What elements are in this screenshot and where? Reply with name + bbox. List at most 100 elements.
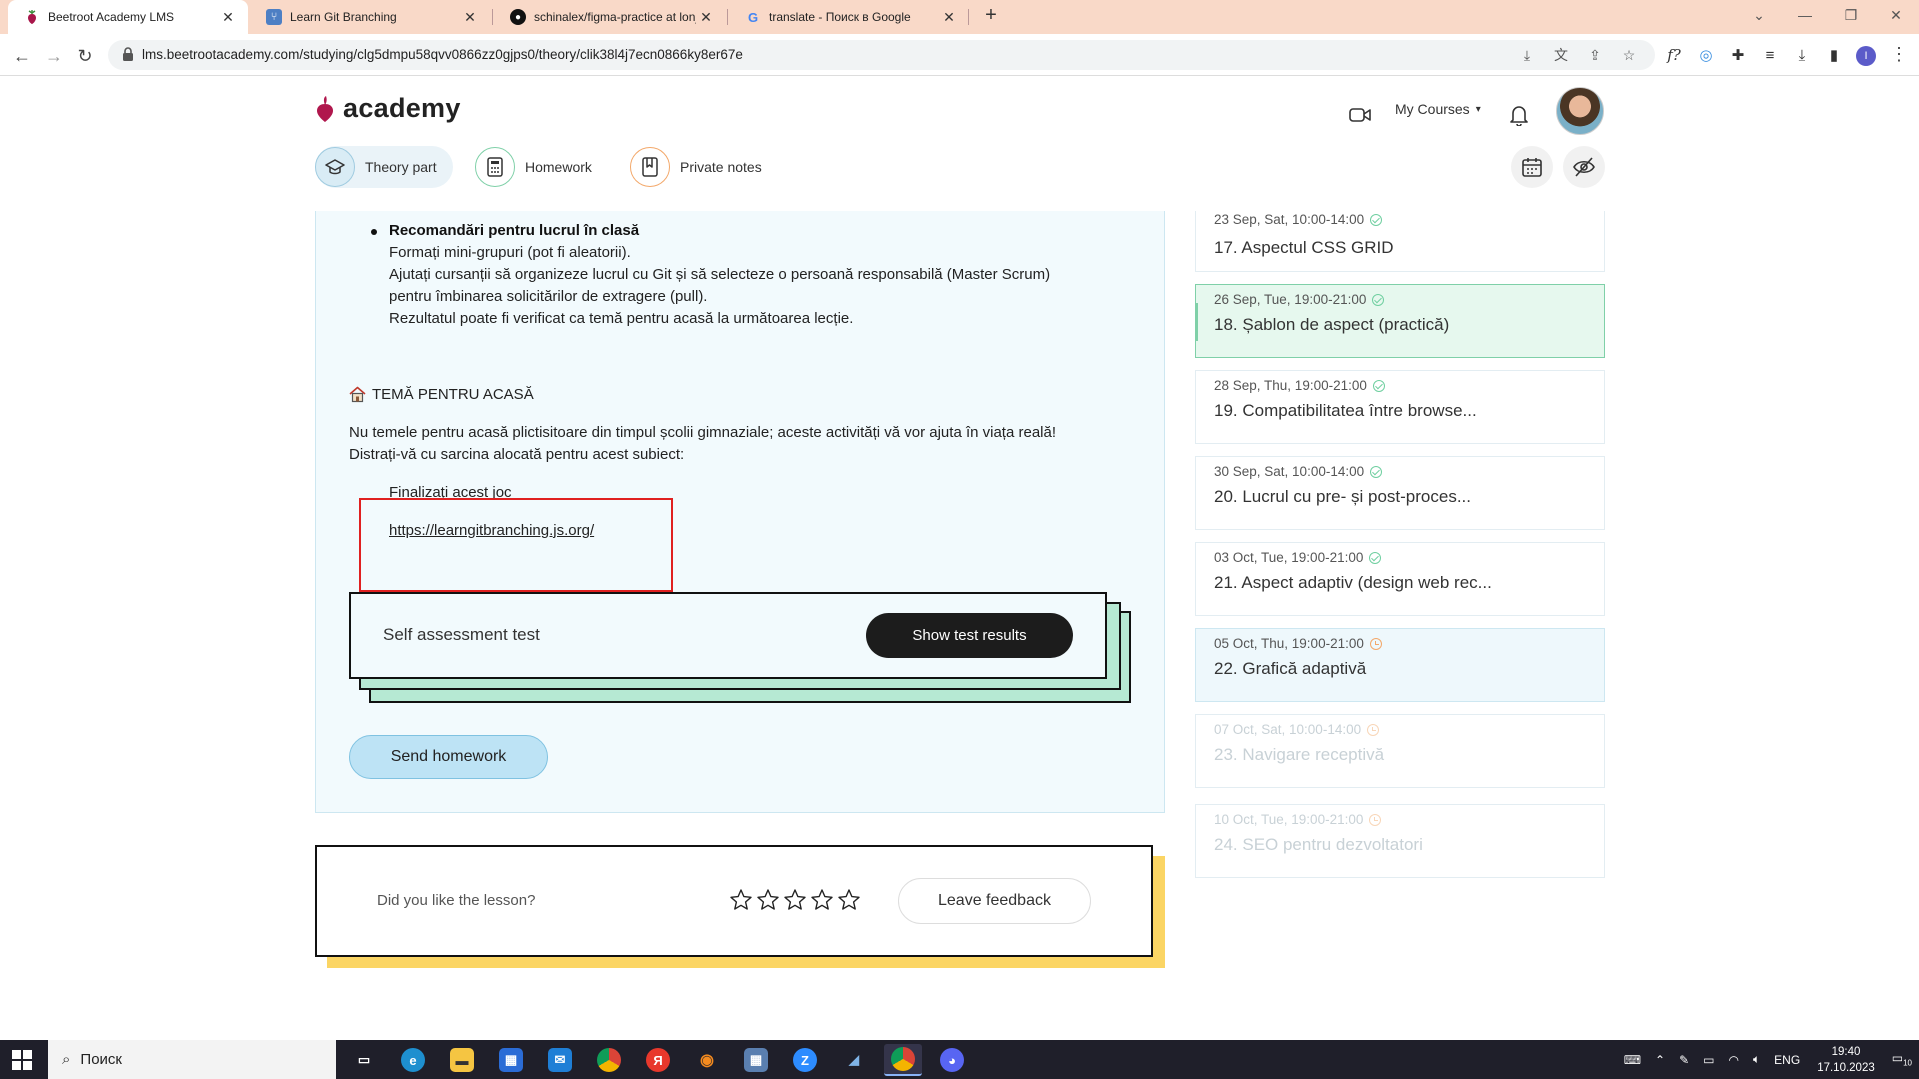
address-bar[interactable]: lms.beetrootacademy.com/studying/clg5dmp… [108,40,1655,70]
star-icon[interactable] [810,888,834,912]
bullet-line: Formați mini-grupuri (pot fi aleatorii). [389,244,631,261]
lesson-card[interactable]: 23 Sep, Sat, 10:00-14:00 17. Aspectul CSS… [1195,211,1605,272]
browser-tab-google[interactable]: G translate - Поиск в Google ✕ [729,0,969,34]
star-icon[interactable] [756,888,780,912]
display-icon[interactable]: ▭ [1703,1053,1714,1067]
blender-icon[interactable]: ◉ [688,1044,726,1076]
bullet-line: Rezultatul poate fi verificat ca temă pe… [389,310,854,327]
lesson-card[interactable]: 05 Oct, Thu, 19:00-21:00 22. Grafică adap… [1195,628,1605,702]
chrome-running-icon[interactable] [884,1044,922,1076]
lesson-card[interactable]: 26 Sep, Tue, 19:00-21:00 18. Șablon de as… [1195,284,1605,358]
install-app-icon[interactable]: ⤓ [1517,45,1537,65]
lesson-title: 18. Șablon de aspect (practică) [1214,315,1450,334]
lesson-date: 03 Oct, Tue, 19:00-21:00 [1214,550,1382,565]
lesson-title: 22. Grafică adaptivă [1214,659,1367,678]
yandex-browser-icon[interactable]: Я [639,1044,677,1076]
minimize-icon[interactable]: — [1782,0,1828,30]
lesson-date-text: 03 Oct, Tue, 19:00-21:00 [1214,550,1364,565]
hide-eye-icon[interactable] [1563,146,1605,188]
pen-icon[interactable]: ✎ [1679,1053,1689,1067]
discord-icon[interactable]: ◕ [933,1044,971,1076]
zoom-icon[interactable]: Z [786,1044,824,1076]
tab-close-icon[interactable]: ✕ [696,9,716,26]
tab-theory-part[interactable]: Theory part [315,146,453,188]
star-icon[interactable] [783,888,807,912]
tab-title: Learn Git Branching [290,10,397,24]
vpn-extension-icon[interactable]: ◎ [1695,42,1717,68]
reload-icon[interactable]: ↻ [72,43,98,69]
file-explorer-icon[interactable]: ▬ [443,1044,481,1076]
downloads-icon[interactable]: ⤓ [1791,42,1813,68]
send-homework-button[interactable]: Send homework [349,735,548,779]
lesson-card[interactable]: 10 Oct, Tue, 19:00-21:00 24. SEO pentru d… [1195,804,1605,878]
tab-homework[interactable]: Homework [475,146,592,188]
close-window-icon[interactable]: ✕ [1873,0,1919,30]
lesson-card[interactable]: 28 Sep, Thu, 19:00-21:00 19. Compatibilit… [1195,370,1605,444]
my-courses-dropdown[interactable]: My Courses ▾ [1395,101,1481,117]
media-control-icon[interactable]: ≡ [1759,42,1781,68]
browser-tab-github[interactable]: ● schinalex/figma-practice at lon_ ✕ [494,0,726,34]
show-test-results-button[interactable]: Show test results [866,613,1073,658]
extensions-puzzle-icon[interactable]: ✚ [1727,42,1749,68]
browser-menu-icon[interactable]: ⋮ [1890,44,1908,65]
store-icon[interactable]: ▦ [492,1044,530,1076]
tab-private-notes[interactable]: Private notes [630,146,762,188]
academy-logo[interactable]: academy [313,93,461,124]
bookmark-star-icon[interactable]: ☆ [1619,45,1639,65]
tab-title: schinalex/figma-practice at lon_ [534,10,696,24]
network-app-icon[interactable]: ◢ [835,1044,873,1076]
windows-taskbar: ⌕ Поиск ▭ e ▬ ▦ ✉ Я ◉ ▦ Z ◢ ◕ ⌨ ⌃ ✎ ▭ ◠ … [0,1040,1919,1079]
lesson-card[interactable]: 03 Oct, Tue, 19:00-21:00 21. Aspect adapt… [1195,542,1605,616]
tab-close-icon[interactable]: ✕ [939,9,959,26]
mail-icon[interactable]: ✉ [541,1044,579,1076]
leave-feedback-button[interactable]: Leave feedback [898,878,1091,924]
forward-arrow-icon[interactable]: → [41,43,67,69]
windows-start-icon[interactable] [12,1050,32,1070]
share-icon[interactable]: ⇪ [1585,45,1605,65]
learngitbranching-link[interactable]: https://learngitbranching.js.org/ [389,522,594,539]
my-courses-label: My Courses [1395,101,1470,117]
user-avatar[interactable] [1556,87,1604,135]
tab-search-icon[interactable]: ⌄ [1736,0,1782,30]
star-icon[interactable] [837,888,861,912]
language-indicator[interactable]: ENG [1774,1053,1800,1067]
tab-separator [968,9,969,25]
taskbar-search[interactable]: ⌕ Поиск [48,1040,336,1079]
browser-tab-learn-git[interactable]: ⑂ Learn Git Branching ✕ [250,0,490,34]
lesson-date: 28 Sep, Thu, 19:00-21:00 [1214,378,1385,393]
clock-icon [1369,813,1382,826]
lesson-card[interactable]: 07 Oct, Sat, 10:00-14:00 23. Navigare rec… [1195,714,1605,788]
lesson-title: 23. Navigare receptivă [1214,745,1385,764]
keyboard-icon[interactable]: ⌨ [1624,1053,1641,1067]
star-icon[interactable] [729,888,753,912]
side-panel-icon[interactable]: ▮ [1823,42,1845,68]
bullet-dot [371,229,377,235]
check-circle-icon [1372,293,1385,306]
show-hidden-icons-icon[interactable]: ⌃ [1655,1053,1665,1067]
video-call-icon[interactable] [1340,95,1380,135]
taskbar-search-label: Поиск [80,1051,122,1068]
lesson-date: 05 Oct, Thu, 19:00-21:00 [1214,636,1382,651]
lesson-card[interactable]: 30 Sep, Sat, 10:00-14:00 20. Lucrul cu pr… [1195,456,1605,530]
task-view-icon[interactable]: ▭ [345,1044,383,1076]
clock[interactable]: 19:40 17.10.2023 [1817,1044,1875,1076]
tab-close-icon[interactable]: ✕ [218,9,238,26]
notifications-bell-icon[interactable] [1500,96,1538,134]
profile-avatar[interactable]: I [1856,46,1876,66]
chrome-icon[interactable] [590,1044,628,1076]
translate-icon[interactable]: 文 [1551,45,1571,65]
notification-center-icon[interactable]: ▭10 [1892,1051,1912,1067]
tab-close-icon[interactable]: ✕ [460,9,480,26]
browser-tab-beetroot[interactable]: Beetroot Academy LMS ✕ [8,0,248,34]
url-text: lms.beetrootacademy.com/studying/clg5dmp… [142,47,743,62]
notebook-icon [630,147,670,187]
restore-icon[interactable]: ❐ [1828,0,1874,30]
volume-icon[interactable]: 🔈︎ [1753,1052,1760,1067]
formula-extension-icon[interactable]: f? [1663,42,1685,68]
new-tab-button[interactable]: + [977,4,1005,30]
edge-icon[interactable]: e [394,1044,432,1076]
back-arrow-icon[interactable]: ← [9,43,35,69]
calendar-icon[interactable] [1511,146,1553,188]
wifi-icon[interactable]: ◠ [1728,1053,1738,1067]
calculator-app-icon[interactable]: ▦ [737,1044,775,1076]
